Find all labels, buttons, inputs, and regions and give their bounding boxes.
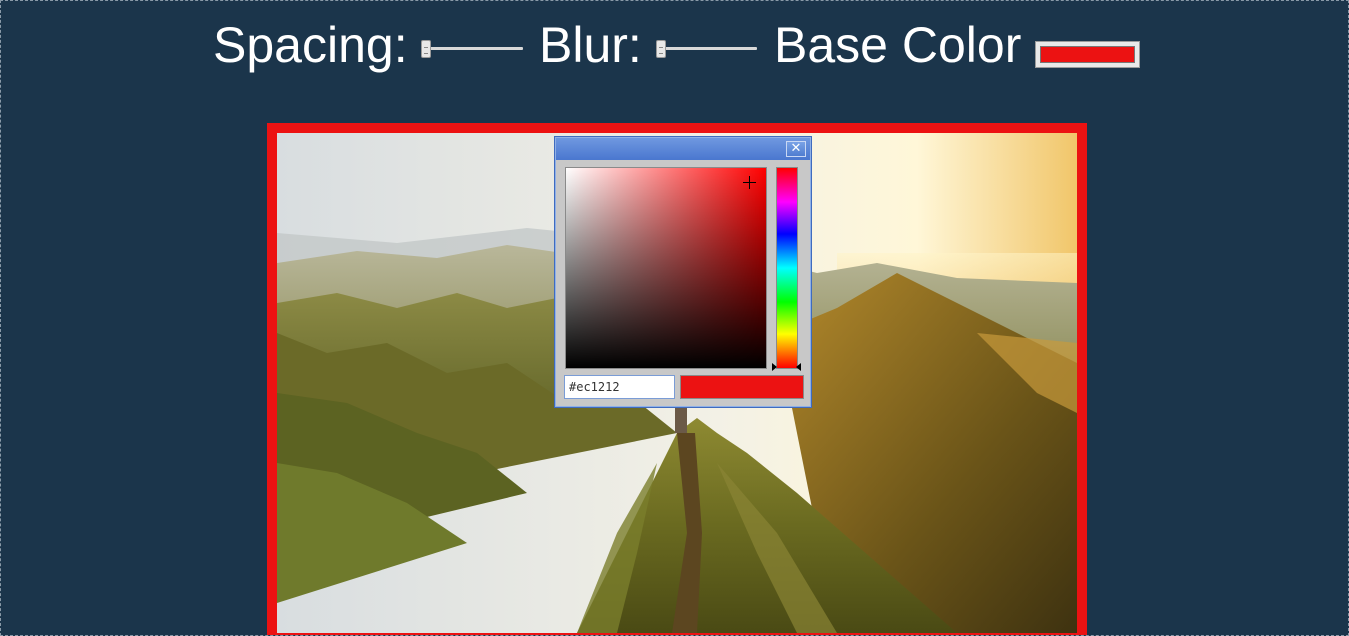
spacing-slider-track <box>421 47 523 50</box>
base-color-label: Base Color <box>774 17 1022 73</box>
color-preview-swatch <box>680 375 804 399</box>
spacing-slider[interactable] <box>421 40 523 58</box>
spacing-label: Spacing: <box>213 17 408 73</box>
hex-color-input[interactable] <box>564 375 675 399</box>
blur-slider-track <box>656 47 757 50</box>
saturation-value-field[interactable] <box>565 167 767 369</box>
blur-slider[interactable] <box>656 40 757 58</box>
controls-bar: Spacing: Blur: Base Color <box>1 15 1348 75</box>
spacing-slider-thumb[interactable] <box>421 40 431 58</box>
hue-slider[interactable] <box>776 167 798 369</box>
color-picker-dialog: ✕ <box>554 136 812 408</box>
base-color-button[interactable] <box>1035 41 1140 68</box>
crosshair-cursor-icon[interactable] <box>743 176 756 189</box>
hue-marker-left-icon[interactable] <box>772 363 777 371</box>
canvas-area: Spacing: Blur: Base Color ✕ #ec1212 <box>0 0 1349 636</box>
base-color-swatch <box>1040 46 1135 63</box>
blur-slider-thumb[interactable] <box>656 40 666 58</box>
color-picker-titlebar[interactable]: ✕ <box>556 138 810 160</box>
blur-label: Blur: <box>539 17 642 73</box>
hue-marker-right-icon[interactable] <box>796 363 801 371</box>
close-button[interactable]: ✕ <box>786 141 806 157</box>
